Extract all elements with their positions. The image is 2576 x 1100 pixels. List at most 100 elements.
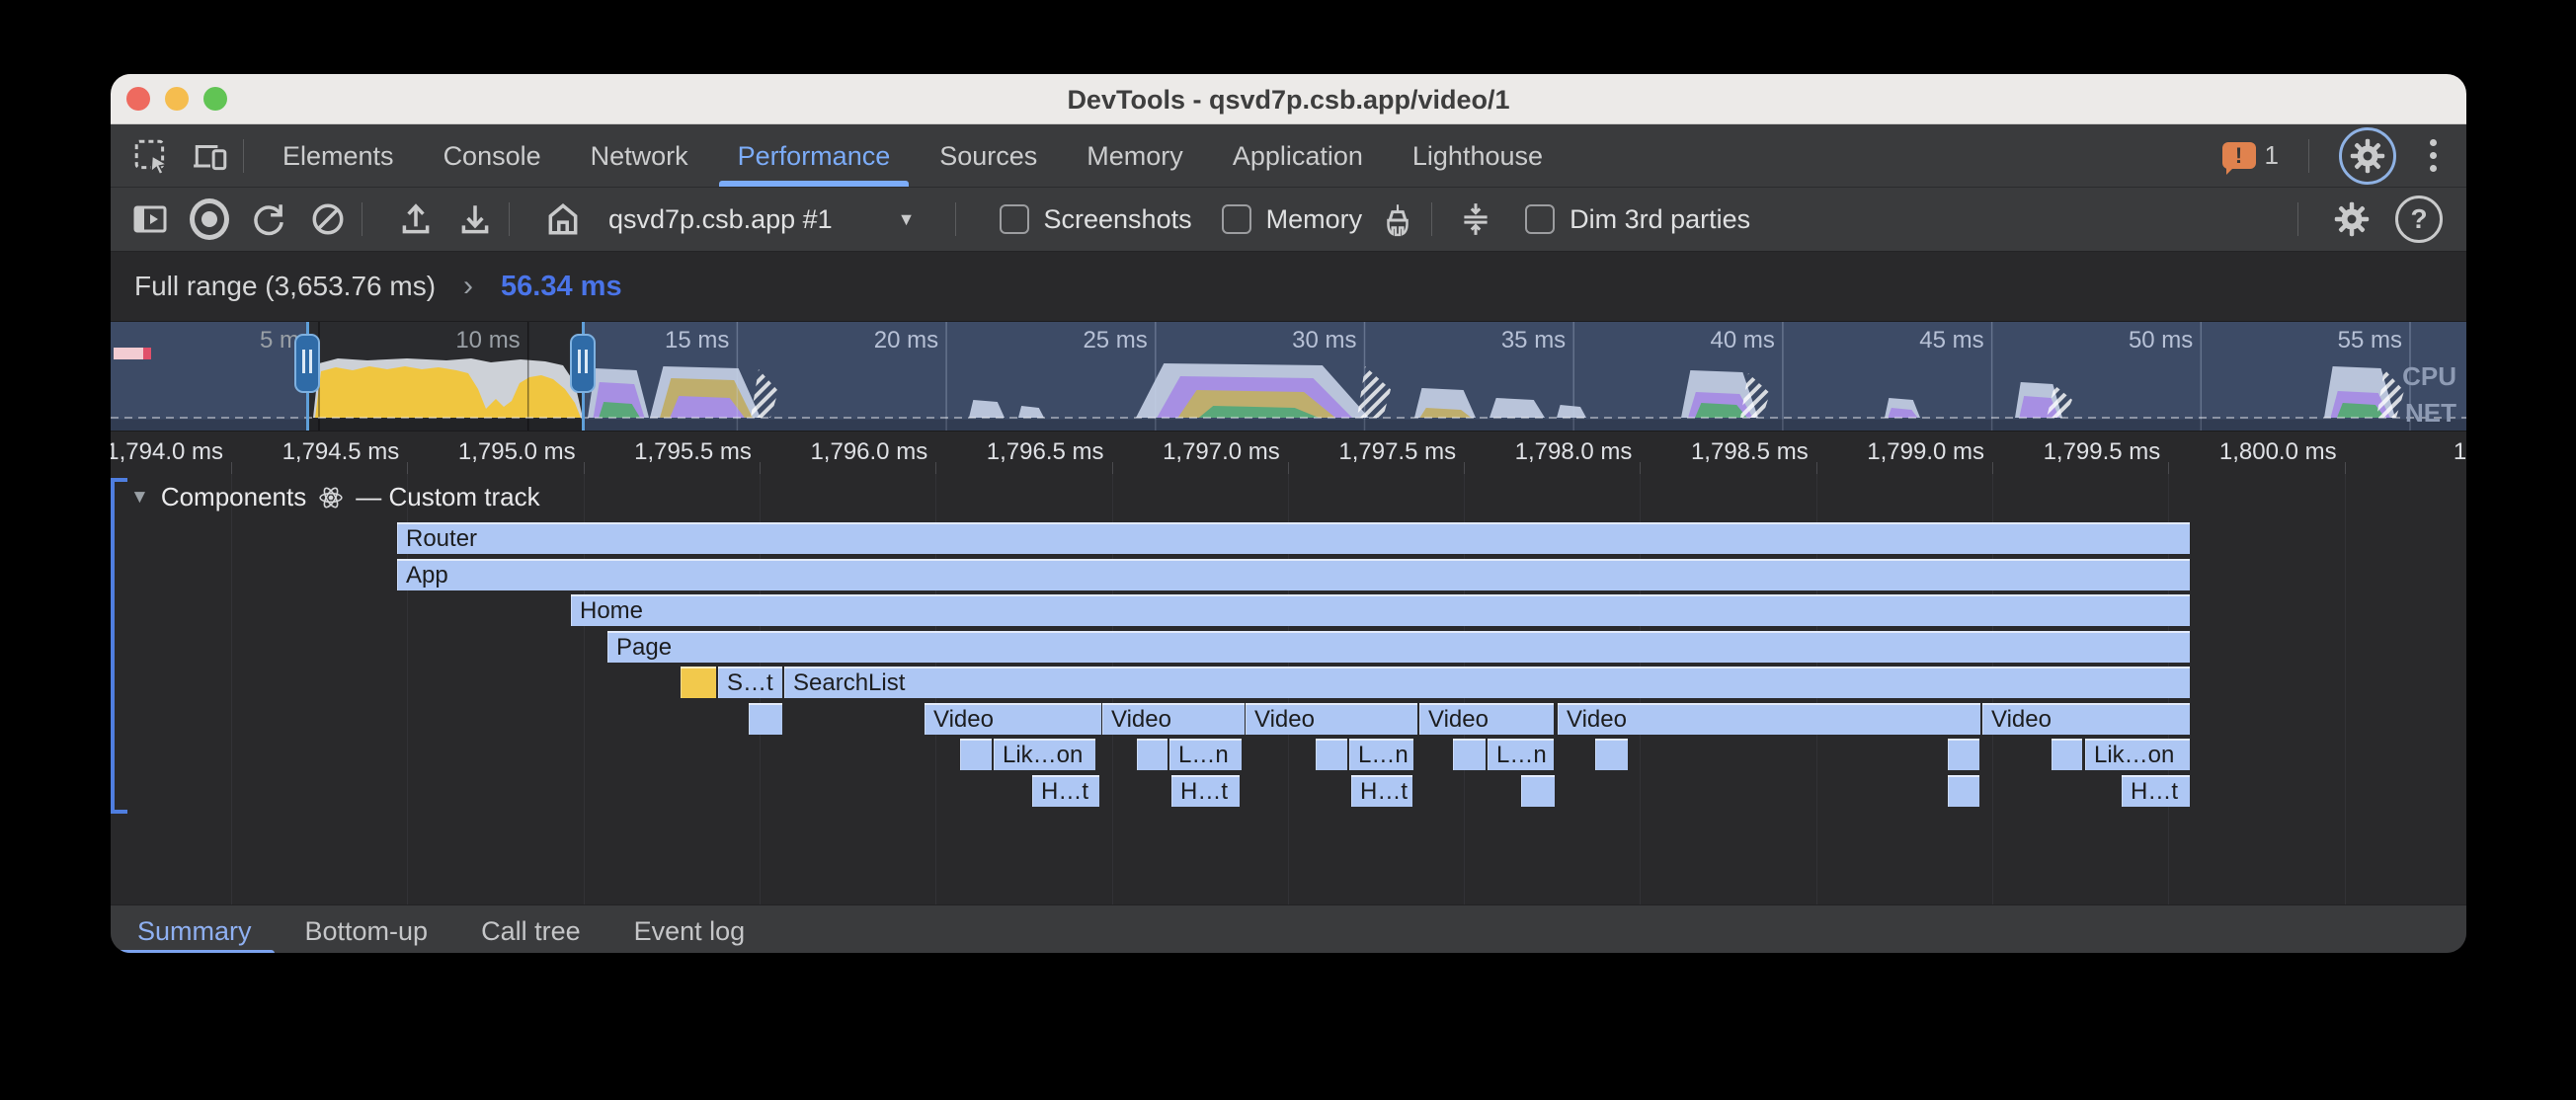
toggle-sidebar-icon[interactable] [130, 199, 170, 239]
screenshots-toggle[interactable]: Screenshots [1000, 204, 1192, 235]
flame-entry-video[interactable]: Video [1982, 703, 2190, 735]
tab-elements[interactable]: Elements [258, 124, 419, 187]
record-button[interactable] [190, 199, 229, 239]
tab-performance[interactable]: Performance [713, 124, 916, 187]
flame-entry-router[interactable]: Router [397, 522, 2190, 554]
flame-entry-video[interactable]: Video [1419, 703, 1554, 735]
screenshots-checkbox[interactable] [1000, 204, 1029, 234]
capture-settings-gear-icon[interactable] [2332, 199, 2372, 239]
flame-entry[interactable] [1948, 739, 1979, 770]
collect-garbage-icon[interactable] [1378, 199, 1417, 239]
devtools-tabbar: ElementsConsoleNetworkPerformanceSources… [111, 124, 2466, 187]
download-profile-icon[interactable] [455, 199, 495, 239]
collapse-sections-icon[interactable] [1456, 199, 1495, 239]
flame-entry-st[interactable]: S…t [718, 667, 782, 698]
full-range-crumb[interactable]: Full range (3,653.76 ms) [134, 271, 436, 302]
flame-entry-home[interactable]: Home [571, 594, 2190, 626]
ruler-tick [1288, 462, 1289, 474]
toolbar-separator [1431, 202, 1432, 236]
dim-3rd-parties-checkbox[interactable] [1525, 204, 1555, 234]
ruler-tick [2168, 462, 2169, 474]
selection-right-handle[interactable] [570, 334, 596, 393]
tab-network[interactable]: Network [566, 124, 713, 187]
memory-toggle[interactable]: Memory [1222, 204, 1363, 235]
flame-entry-ln[interactable]: L…n [1488, 739, 1554, 770]
titlebar: DevTools - qsvd7p.csb.app/video/1 [111, 74, 2466, 124]
tab-sources[interactable]: Sources [915, 124, 1062, 187]
device-toolbar-icon[interactable] [192, 137, 229, 175]
target-dropdown-chevron-icon[interactable]: ▼ [898, 209, 916, 230]
tab-application[interactable]: Application [1208, 124, 1388, 187]
inspect-element-icon[interactable] [132, 137, 170, 175]
reload-and-record-button[interactable] [249, 199, 288, 239]
more-options-icon[interactable] [2426, 135, 2441, 176]
flame-entry[interactable] [960, 739, 992, 770]
clear-recording-icon[interactable] [308, 199, 348, 239]
flame-entry-ln[interactable]: L…n [1349, 739, 1413, 770]
flame-entry-ht[interactable]: H…t [1171, 775, 1240, 807]
screenshots-label: Screenshots [1044, 204, 1192, 235]
track-subtitle: — Custom track [356, 482, 539, 512]
ruler-time-label: 1,797.5 ms [1298, 438, 1456, 466]
ruler-time-label: 1,798.0 ms [1474, 438, 1632, 466]
flame-entry-ht[interactable]: H…t [1032, 775, 1099, 807]
upload-profile-icon[interactable] [396, 199, 436, 239]
flame-entry[interactable] [1521, 775, 1555, 807]
components-track-header[interactable]: ▼ Components — Custom track [130, 482, 540, 512]
overview-time-label: 5 ms [163, 327, 311, 354]
overview-time-label: 55 ms [2254, 327, 2402, 354]
flame-entry-video[interactable]: Video [1558, 703, 1980, 735]
flame-entry[interactable] [681, 667, 716, 698]
issues-button[interactable]: ! 1 [2222, 140, 2279, 171]
memory-checkbox[interactable] [1222, 204, 1251, 234]
flame-entry[interactable] [2052, 739, 2082, 770]
flame-entry-ht[interactable]: H…t [1351, 775, 1412, 807]
cpu-strip-label: CPU [2402, 361, 2456, 392]
flame-entry[interactable] [749, 703, 782, 735]
flame-entry[interactable] [1948, 775, 1979, 807]
flame-entry[interactable] [1453, 739, 1486, 770]
help-icon[interactable]: ? [2395, 196, 2443, 243]
tab-lighthouse[interactable]: Lighthouse [1388, 124, 1568, 187]
home-icon[interactable] [543, 199, 583, 239]
flame-entry-video[interactable]: Video [1102, 703, 1245, 735]
net-strip-label: NET [2405, 398, 2456, 429]
flame-entry-searchlist[interactable]: SearchList [784, 667, 2190, 698]
tab-console[interactable]: Console [419, 124, 566, 187]
ruler-tick [935, 462, 936, 474]
selected-range-crumb[interactable]: 56.34 ms [501, 271, 622, 303]
tabbar-right-cluster: ! 1 [2222, 127, 2466, 185]
tab-summary[interactable]: Summary [111, 905, 279, 953]
flame-entry[interactable] [1137, 739, 1167, 770]
dim-3rd-parties-toggle[interactable]: Dim 3rd parties [1525, 204, 1750, 235]
target-selector[interactable]: qsvd7p.csb.app #1 [608, 204, 833, 235]
tab-memory[interactable]: Memory [1062, 124, 1208, 187]
flame-entry-video[interactable]: Video [1246, 703, 1417, 735]
settings-button-highlighted[interactable] [2339, 127, 2396, 185]
flame-entry[interactable] [1595, 739, 1628, 770]
timeline-overview[interactable]: CPU NET 5 ms10 ms15 ms20 ms25 ms30 ms35 … [111, 321, 2466, 432]
flame-entry-likon[interactable]: Lik…on [2085, 739, 2190, 770]
ruler-time-label: 1,794.5 ms [241, 438, 399, 466]
toolbar-separator [955, 202, 956, 236]
tabbar-separator [243, 139, 244, 173]
flame-entry-video[interactable]: Video [925, 703, 1101, 735]
toolbar-separator [509, 202, 510, 236]
flame-entry[interactable] [1316, 739, 1347, 770]
time-ruler: 1,794.0 ms1,794.5 ms1,795.0 ms1,795.5 ms… [111, 432, 2466, 474]
flame-entry-page[interactable]: Page [607, 631, 2190, 663]
selection-left-handle[interactable] [294, 334, 320, 393]
flame-entry-app[interactable]: App [397, 559, 2190, 590]
flame-entry-ht[interactable]: H…t [2122, 775, 2190, 807]
overview-time-label: 10 ms [372, 327, 521, 354]
tab-call-tree[interactable]: Call tree [454, 905, 607, 953]
flame-entry-likon[interactable]: Lik…on [994, 739, 1095, 770]
flame-chart[interactable]: ▼ Components — Custom track Router App Hom… [111, 474, 2466, 904]
toolbar-right-cluster: ? [2284, 196, 2466, 243]
network-request-marker [114, 348, 143, 359]
overview-time-label: 45 ms [1836, 327, 1984, 354]
tab-event-log[interactable]: Event log [607, 905, 772, 953]
collapse-track-icon[interactable]: ▼ [130, 487, 149, 509]
flame-entry-ln[interactable]: L…n [1169, 739, 1242, 770]
tab-bottom-up[interactable]: Bottom-up [279, 905, 455, 953]
